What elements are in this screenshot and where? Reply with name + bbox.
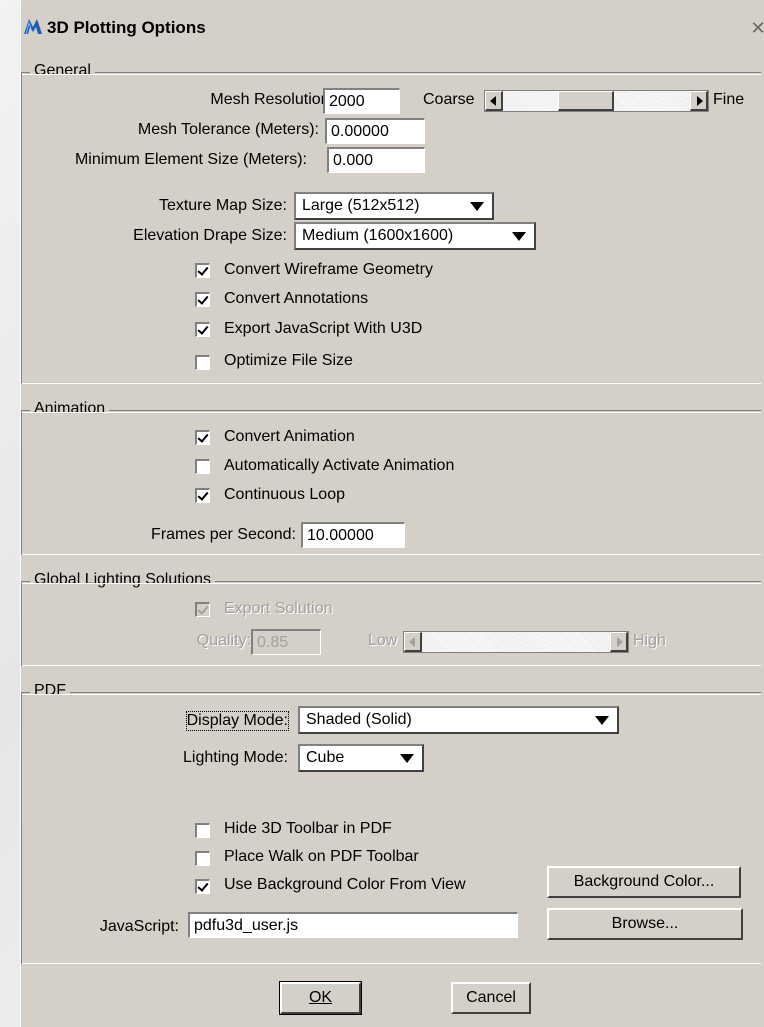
export-javascript-checkbox[interactable] (195, 322, 210, 337)
fps-label: Frames per Second: (151, 526, 296, 543)
export-javascript-label[interactable]: Export JavaScript With U3D (224, 320, 422, 338)
quality-input[interactable]: 0.85 (251, 629, 321, 655)
background-color-button[interactable]: Background Color... (547, 866, 741, 898)
javascript-input[interactable]: pdfu3d_user.js (188, 912, 518, 938)
chevron-down-icon[interactable] (400, 754, 414, 763)
slider-right-arrow-icon[interactable] (690, 91, 708, 111)
general-legend: General (30, 62, 95, 80)
optimize-file-size-checkbox[interactable] (195, 355, 210, 370)
window-title: 3D Plotting Options (47, 18, 206, 37)
browse-button[interactable]: Browse... (547, 908, 743, 940)
javascript-label: JavaScript: (99, 918, 179, 935)
hide-3d-toolbar-checkbox[interactable] (195, 823, 210, 838)
export-solution-label[interactable]: Export Solution (224, 600, 333, 618)
animation-legend: Animation (30, 400, 110, 418)
hide-3d-toolbar-label[interactable]: Hide 3D Toolbar in PDF (224, 820, 392, 838)
convert-annotations-label[interactable]: Convert Annotations (224, 290, 368, 308)
convert-annotations-checkbox[interactable] (195, 292, 210, 307)
pdf-legend: PDF (30, 682, 70, 700)
display-mode-select[interactable]: Shaded (Solid) (298, 706, 619, 734)
lighting-legend: Global Lighting Solutions (30, 571, 216, 589)
elevation-drape-size-select[interactable]: Medium (1600x1600) (294, 222, 536, 250)
mesh-tolerance-input[interactable]: 0.00000 (325, 118, 425, 144)
mesh-tolerance-label: Mesh Tolerance (Meters): (137, 121, 319, 138)
texture-map-size-label: Texture Map Size: (158, 197, 287, 214)
low-label: Low (368, 632, 398, 649)
activate-animation-checkbox[interactable] (195, 459, 210, 474)
high-label: High (633, 632, 666, 649)
min-element-size-input[interactable]: 0.000 (327, 147, 425, 173)
chevron-down-icon[interactable] (595, 716, 609, 725)
chevron-down-icon[interactable] (470, 202, 484, 211)
close-icon[interactable]: ✕ (749, 18, 764, 38)
quality-slider[interactable] (403, 631, 629, 653)
continuous-loop-label[interactable]: Continuous Loop (224, 486, 345, 504)
slider-left-arrow-icon[interactable] (404, 632, 422, 652)
use-background-color-label[interactable]: Use Background Color From View (224, 876, 466, 894)
coarse-label: Coarse (423, 91, 475, 108)
ok-button[interactable]: OK (279, 981, 362, 1015)
microstation-icon (23, 17, 43, 35)
optimize-file-size-label[interactable]: Optimize File Size (224, 352, 353, 370)
chevron-down-icon[interactable] (512, 232, 526, 241)
convert-wireframe-label[interactable]: Convert Wireframe Geometry (224, 261, 433, 279)
plotting-options-dialog: 3D Plotting Options ✕ General Mesh Resol… (20, 0, 764, 1027)
elevation-drape-size-value: Medium (1600x1600) (302, 227, 454, 244)
lighting-group: Global Lighting Solutions (21, 571, 761, 666)
ok-button-label: OK (308, 989, 333, 1006)
continuous-loop-checkbox[interactable] (195, 488, 210, 503)
mesh-resolution-input[interactable]: 2000 (323, 88, 400, 114)
display-mode-value: Shaded (Solid) (306, 711, 412, 728)
texture-map-size-select[interactable]: Large (512x512) (294, 192, 494, 220)
min-element-size-label: Minimum Element Size (Meters): (74, 151, 307, 168)
elevation-drape-size-label: Elevation Drape Size: (133, 227, 287, 244)
use-background-color-checkbox[interactable] (195, 879, 210, 894)
lighting-mode-label: Lighting Mode: (183, 749, 288, 766)
texture-map-size-value: Large (512x512) (302, 197, 420, 214)
mesh-resolution-slider[interactable] (484, 90, 709, 112)
convert-animation-checkbox[interactable] (195, 430, 210, 445)
place-walk-label[interactable]: Place Walk on PDF Toolbar (224, 848, 419, 866)
place-walk-checkbox[interactable] (195, 851, 210, 866)
lighting-mode-select[interactable]: Cube (298, 744, 424, 772)
convert-animation-label[interactable]: Convert Animation (224, 428, 355, 446)
cancel-button[interactable]: Cancel (451, 982, 531, 1014)
title-bar[interactable]: 3D Plotting Options ✕ (21, 8, 764, 42)
convert-wireframe-checkbox[interactable] (195, 263, 210, 278)
export-solution-checkbox[interactable] (195, 602, 210, 617)
lighting-mode-value: Cube (306, 749, 345, 766)
fine-label: Fine (713, 91, 745, 108)
slider-left-arrow-icon[interactable] (485, 91, 503, 111)
quality-label: Quality: (196, 632, 251, 649)
fps-input[interactable]: 10.00000 (301, 522, 405, 548)
mesh-resolution-label: Mesh Resolution: (210, 91, 334, 108)
activate-animation-label[interactable]: Automatically Activate Animation (224, 457, 454, 475)
display-mode-label: Display Mode: (185, 711, 290, 731)
slider-right-arrow-icon[interactable] (610, 632, 628, 652)
slider-thumb[interactable] (558, 91, 614, 111)
